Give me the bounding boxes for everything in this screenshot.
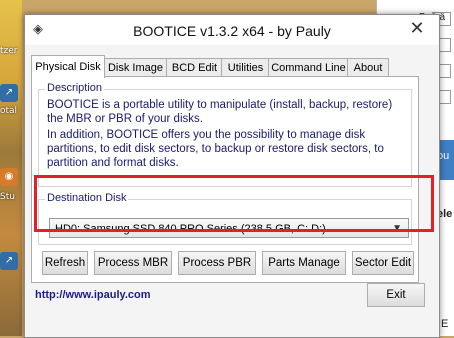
description-paragraph: In addition, BOOTICE offers you the poss… [47,129,384,169]
tab-utilities[interactable]: Utilities [221,58,270,77]
tab-about[interactable]: About [347,58,389,77]
description-paragraph: BOOTICE is a portable utility to manipul… [47,99,393,125]
firefox-icon[interactable]: ◉ [0,168,18,186]
desktop-label: Stu [0,192,15,202]
window-title: BOOTICE v1.3.2 x64 - by Pauly [133,23,331,39]
parts-manage-button[interactable]: Parts Manage [262,251,346,275]
refresh-button[interactable]: Refresh [42,251,88,275]
tab-physical-disk[interactable]: Physical Disk [31,55,105,78]
destination-disk-legend: Destination Disk [45,192,129,204]
tab-disk-image[interactable]: Disk Image [103,58,168,77]
chevron-down-icon: ▼ [392,223,402,234]
desktop-label: otal [0,106,18,116]
desktop-background: ↗ tzer otal ◉ Stu ↗ [0,0,22,336]
physical-disk-panel: Description BOOTICE is a portable utilit… [31,76,419,283]
process-mbr-button[interactable]: Process MBR [94,251,172,275]
bootice-dialog: ◈ BOOTICE v1.3.2 x64 - by Pauly ✕ Physic… [24,14,440,338]
shortcut-arrow-icon[interactable]: ↗ [0,252,18,270]
close-icon: ✕ [409,18,425,39]
selected-disk-value: HD0: Samsung SSD 840 PRO Series (238.5 G… [55,223,326,235]
background-text: E [441,318,449,330]
description-group: Description BOOTICE is a portable utilit… [38,82,412,187]
close-button[interactable]: ✕ [403,19,431,39]
tab-command-line[interactable]: Command Line [268,58,349,77]
desktop-label: tzer [0,46,18,56]
tab-bcd-edit[interactable]: BCD Edit [166,58,223,77]
website-link[interactable]: http://www.ipauly.com [35,289,151,301]
tab-bar: Physical Disk Disk Image BCD Edit Utilit… [31,55,431,78]
exit-button[interactable]: Exit [367,283,425,307]
shortcut-arrow-icon[interactable]: ↗ [0,84,18,102]
destination-disk-select[interactable]: HD0: Samsung SSD 840 PRO Series (238.5 G… [49,218,409,238]
sector-edit-button[interactable]: Sector Edit [352,251,414,275]
process-pbr-button[interactable]: Process PBR [178,251,256,275]
destination-disk-group: Destination Disk HD0: Samsung SSD 840 PR… [38,192,412,245]
description-legend: Description [45,82,105,94]
title-bar[interactable]: ◈ BOOTICE v1.3.2 x64 - by Pauly ✕ [25,15,439,45]
